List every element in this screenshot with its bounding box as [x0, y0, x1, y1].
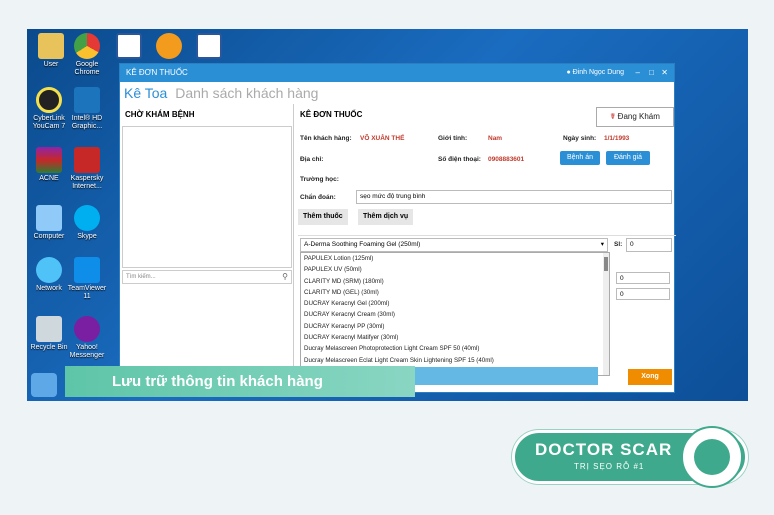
teamviewer-icon	[74, 257, 100, 283]
phone-label: Số điện thoại:	[438, 156, 481, 163]
intel-icon	[74, 87, 100, 113]
desktop-icon-skype[interactable]: Skype	[65, 205, 109, 241]
yahoo-icon	[74, 316, 100, 342]
gender-value: Nam	[488, 135, 503, 142]
dropdown-item[interactable]: DUCRAY Keracnyl Cream (30ml)	[301, 309, 609, 320]
chevron-down-icon: ▾	[600, 241, 604, 248]
dropdown-item[interactable]: PAPULEX Lotion (125ml)	[301, 253, 609, 264]
side-field-1[interactable]: 0	[616, 272, 670, 284]
window-titlebar: KÊ ĐƠN THUỐC ● Đinh Ngọc Dung – □ ✕	[120, 64, 674, 82]
dropdown-item[interactable]: CLARITY MD (SRM) (180ml)	[301, 276, 609, 287]
tab-add-medicine[interactable]: Thêm thuốc	[298, 209, 348, 225]
phone-value: 0908883601	[488, 156, 525, 163]
desktop-icon-yahoo[interactable]: Yahoo! Messenger	[65, 316, 109, 360]
gender-label: Giới tính:	[438, 135, 468, 142]
desktop-icon-intel[interactable]: Intel® HD Graphic...	[65, 87, 109, 131]
brand-subtitle: TRỊ SẸO RỖ #1	[574, 462, 645, 471]
tab-ke-toa[interactable]: Kê Toa	[124, 85, 167, 101]
desktop-icon-word-2[interactable]	[187, 33, 231, 61]
window-title: KÊ ĐƠN THUỐC	[126, 68, 188, 77]
search-icon[interactable]: ⚲	[282, 271, 288, 283]
address-label: Địa chỉ:	[300, 156, 324, 163]
desktop-icon-chrome[interactable]: Google Chrome	[65, 33, 109, 77]
dropdown-item[interactable]: DUCRAY Keracnyl Matifyer (30ml)	[301, 332, 609, 343]
desktop-icon-teamviewer[interactable]: TeamViewer 11	[65, 257, 109, 301]
caption-banner: Lưu trữ thông tin khách hàng	[65, 366, 415, 397]
main-tabs: Kê Toa Danh sách khách hàng	[120, 82, 674, 104]
school-label: Trường học:	[300, 176, 339, 183]
progress-bar	[415, 367, 598, 385]
dropdown-scrollbar[interactable]	[603, 253, 609, 375]
qty-input[interactable]: 0	[626, 238, 672, 252]
waiting-panel: CHỜ KHÁM BỆNH Tìm kiếm... ⚲	[120, 104, 294, 394]
stethoscope-icon: ☤	[610, 112, 616, 121]
desktop-icon-kaspersky[interactable]: Kaspersky Internet...	[65, 147, 109, 191]
tab-add-service[interactable]: Thêm dịch vụ	[358, 209, 414, 225]
dropdown-item[interactable]: Ducray Melascreen Photoprotection Light …	[301, 343, 609, 354]
done-button[interactable]: Xong	[628, 369, 672, 385]
kaspersky-icon	[74, 147, 100, 173]
maximize-icon[interactable]: □	[649, 64, 654, 82]
qty-label: Sl:	[614, 241, 623, 248]
desktop: User Google Chrome CyberLink YouCam 7 In…	[27, 29, 748, 401]
webcam-icon	[36, 87, 62, 113]
dropdown-item[interactable]: Ducray Melascreen Eclat Light Cream Skin…	[301, 355, 609, 366]
close-icon[interactable]: ✕	[661, 64, 668, 82]
medicine-select[interactable]: A-Derma Soothing Foaming Gel (250ml) ▾	[300, 238, 608, 252]
brand-title: DOCTOR SCAR	[535, 440, 673, 459]
brand-logo-inner	[694, 439, 730, 475]
dropdown-item[interactable]: DUCRAY Keracnyl Gel (200ml)	[301, 298, 609, 309]
prescription-panel: KÊ ĐƠN THUỐC ☤ Đang Khám Tên khách hàng:…	[298, 104, 676, 394]
prescription-window: KÊ ĐƠN THUỐC ● Đinh Ngọc Dung – □ ✕ Kê T…	[119, 63, 676, 394]
brand-logo-icon	[681, 426, 743, 488]
start-button[interactable]	[31, 373, 57, 397]
diagnosis-input[interactable]: sẹo mức độ trung bình	[356, 190, 672, 204]
medicine-dropdown-list: PAPULEX Lotion (125ml) PAPULEX UV (50ml)…	[300, 252, 610, 376]
medical-record-button[interactable]: Bệnh án	[560, 151, 600, 165]
side-field-2[interactable]: 0	[616, 288, 670, 300]
status-button[interactable]: ☤ Đang Khám	[596, 107, 674, 127]
word-document-icon	[196, 33, 222, 59]
dob-value: 1/1/1993	[604, 135, 630, 142]
app-icon	[156, 33, 182, 59]
recycle-bin-icon	[36, 316, 62, 342]
evaluate-button[interactable]: Đánh giá	[606, 151, 650, 165]
current-user[interactable]: ● Đinh Ngọc Dung	[566, 64, 624, 82]
word-document-icon	[116, 33, 142, 59]
scrollbar-thumb[interactable]	[604, 257, 608, 271]
dropdown-item[interactable]: DUCRAY Keracnyl PP (30ml)	[301, 321, 609, 332]
chrome-icon	[74, 33, 100, 59]
waiting-panel-title: CHỜ KHÁM BỆNH	[125, 110, 195, 119]
desktop-icon-app[interactable]	[147, 33, 191, 61]
patient-name: VÕ XUÂN THẾ	[360, 135, 405, 142]
skype-icon	[74, 205, 100, 231]
search-input[interactable]: Tìm kiếm... ⚲	[122, 270, 292, 284]
patient-name-label: Tên khách hàng:	[300, 135, 352, 142]
folder-icon	[38, 33, 64, 59]
obscured-detail-row	[298, 226, 676, 236]
diagnosis-label: Chẩn đoán:	[300, 194, 336, 201]
winrar-icon	[36, 147, 62, 173]
desktop-icon-word-1[interactable]	[107, 33, 151, 61]
minimize-icon[interactable]: –	[636, 64, 640, 82]
computer-icon	[36, 205, 62, 231]
network-icon	[36, 257, 62, 283]
tab-customer-list[interactable]: Danh sách khách hàng	[175, 85, 318, 101]
dob-label: Ngày sinh:	[563, 135, 597, 142]
waiting-list[interactable]	[122, 126, 292, 268]
dropdown-item[interactable]: PAPULEX UV (50ml)	[301, 264, 609, 275]
dropdown-item[interactable]: CLARITY MD (GEL) (30ml)	[301, 287, 609, 298]
